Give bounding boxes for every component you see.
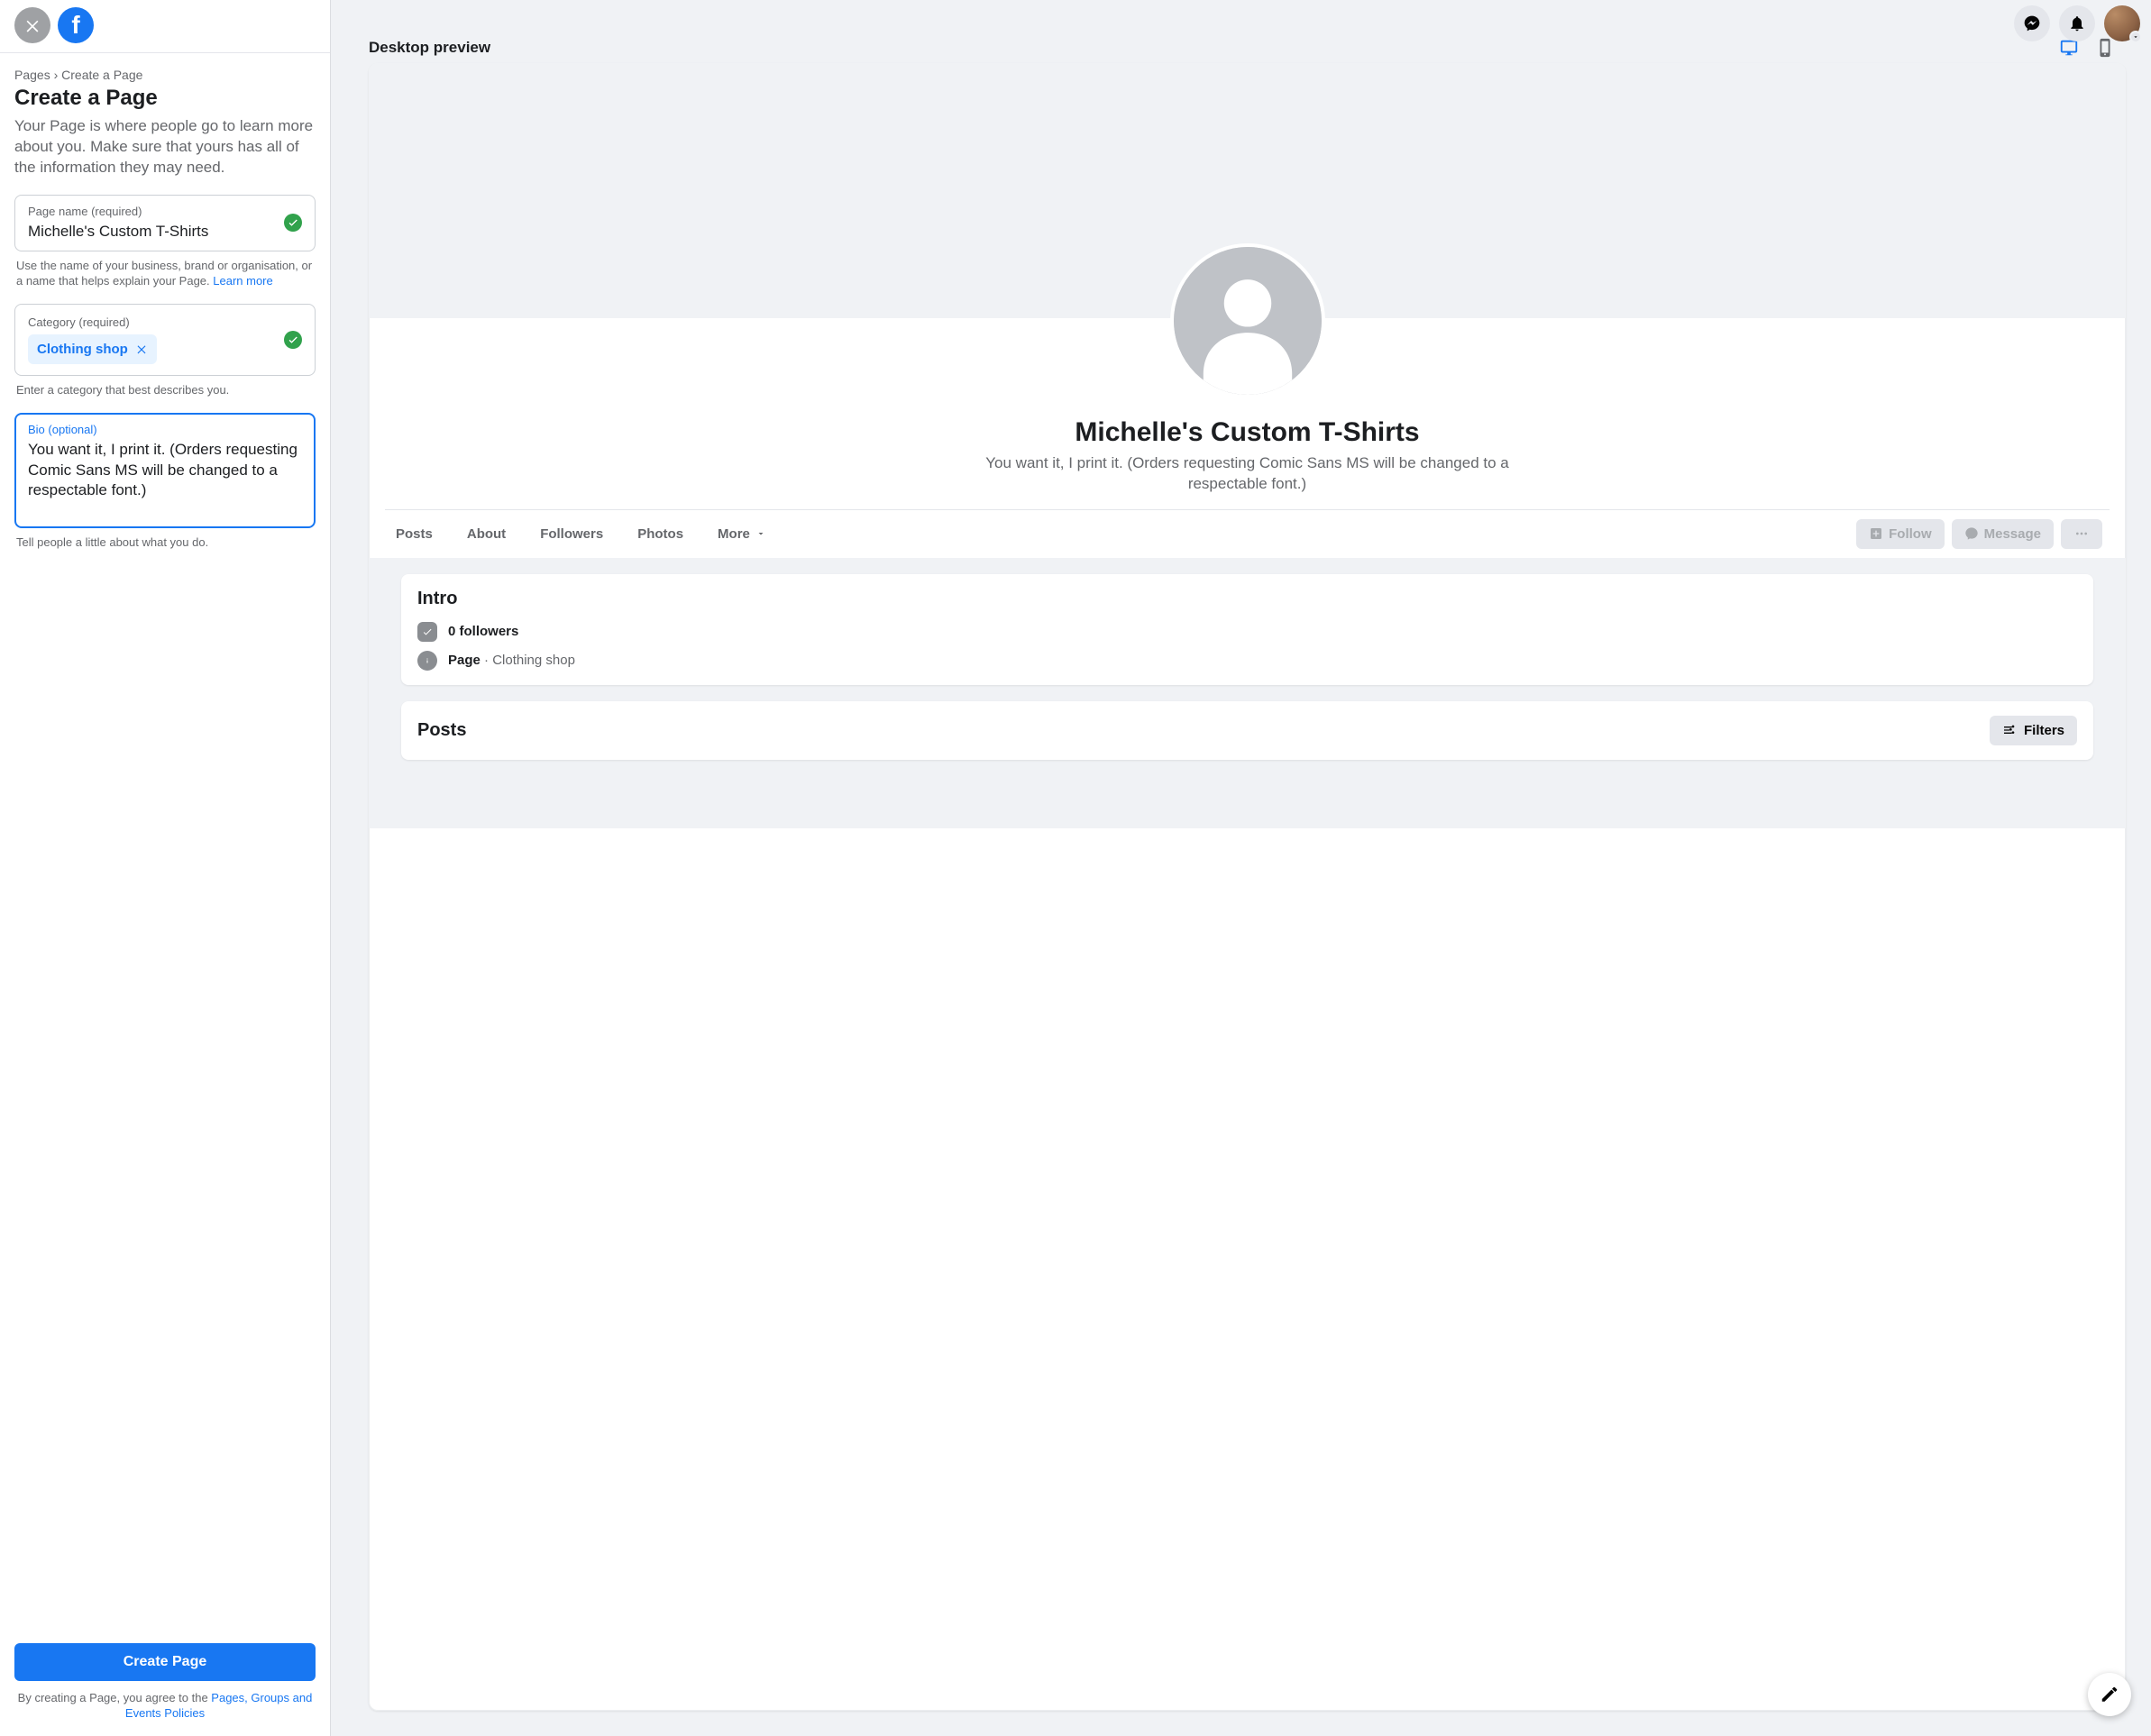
caret-down-icon (755, 528, 766, 539)
compose-fab[interactable] (2088, 1673, 2131, 1716)
intro-title: Intro (417, 589, 2077, 609)
posts-title: Posts (417, 720, 466, 741)
messenger-icon (2023, 14, 2041, 32)
category-label: Category (required) (28, 315, 302, 329)
sidebar-header: f (0, 0, 330, 53)
tab-posts[interactable]: Posts (392, 516, 436, 553)
preview-header: Desktop preview (369, 38, 2126, 58)
intro-page-label: Page (448, 653, 481, 668)
chevron-down-icon (2129, 31, 2142, 43)
category-chip[interactable]: Clothing shop (28, 334, 157, 364)
sidebar-footer: Create Page By creating a Page, you agre… (0, 1629, 330, 1736)
facebook-logo[interactable]: f (58, 7, 94, 43)
create-page-sidebar: f Pages › Create a Page Create a Page Yo… (0, 0, 331, 1736)
footer-note: By creating a Page, you agree to the Pag… (14, 1690, 316, 1722)
page-preview-card: Michelle's Custom T-Shirts You want it, … (369, 63, 2126, 1711)
posts-card: Posts Filters (401, 701, 2093, 760)
learn-more-link[interactable]: Learn more (213, 274, 272, 288)
tab-photos[interactable]: Photos (634, 516, 687, 553)
intro-page-category: · Clothing shop (481, 653, 575, 668)
page-title: Create a Page (14, 86, 316, 111)
notifications-button[interactable] (2059, 5, 2095, 41)
page-tabs: Posts About Followers Photos More Follow (385, 509, 2110, 558)
followers-icon (417, 622, 437, 642)
avatar-placeholder-icon (1174, 247, 1322, 395)
tab-followers[interactable]: Followers (536, 516, 607, 553)
preview-page-bio: You want it, I print it. (Orders request… (950, 453, 1545, 495)
create-page-button[interactable]: Create Page (14, 1643, 316, 1681)
bio-textarea[interactable] (28, 440, 302, 514)
profile-photo-placeholder (1170, 243, 1325, 398)
message-button[interactable]: Message (1952, 519, 2054, 549)
category-helper: Enter a category that best describes you… (16, 383, 314, 398)
ellipsis-icon (2074, 526, 2089, 541)
bio-field[interactable]: Bio (optional) (14, 413, 316, 528)
edit-icon (2100, 1685, 2119, 1704)
intro-card: Intro 0 followers Page · Clothing shop (401, 574, 2093, 685)
messenger-button[interactable] (2014, 5, 2050, 41)
valid-check-icon (284, 214, 302, 232)
page-name-helper: Use the name of your business, brand or … (16, 259, 314, 289)
page-name-field[interactable]: Page name (required) Michelle's Custom T… (14, 195, 316, 251)
intro-page-row: Page · Clothing shop (417, 651, 2077, 671)
account-menu[interactable] (2104, 5, 2140, 41)
intro-followers-row: 0 followers (417, 622, 2077, 642)
page-subtitle: Your Page is where people go to learn mo… (14, 116, 316, 178)
bell-icon (2068, 14, 2086, 32)
bio-label: Bio (optional) (28, 423, 302, 436)
messenger-icon (1964, 526, 1979, 541)
tab-about[interactable]: About (463, 516, 509, 553)
filters-icon (2002, 723, 2017, 737)
chip-remove-icon[interactable] (135, 343, 148, 355)
intro-followers-text: 0 followers (448, 624, 518, 639)
preview-wrap: Desktop preview Michelle's Custom T-Shir… (331, 0, 2151, 1736)
tab-more[interactable]: More (714, 516, 770, 553)
preview-area: Desktop preview Michelle's Custom T-Shir… (331, 0, 2151, 1736)
page-name-value: Michelle's Custom T-Shirts (28, 222, 302, 242)
sidebar-content: Pages › Create a Page Create a Page Your… (0, 53, 330, 1629)
follow-button[interactable]: Follow (1856, 519, 1945, 549)
category-chip-label: Clothing shop (37, 342, 128, 357)
close-button[interactable] (14, 7, 50, 43)
more-actions-button[interactable] (2061, 519, 2102, 549)
info-icon (417, 651, 437, 671)
bio-helper: Tell people a little about what you do. (16, 535, 314, 551)
breadcrumb[interactable]: Pages › Create a Page (14, 68, 316, 82)
top-toolbar (2014, 5, 2140, 41)
filters-button[interactable]: Filters (1990, 716, 2077, 745)
close-icon (23, 16, 41, 34)
preview-title: Desktop preview (369, 39, 490, 57)
follow-plus-icon (1869, 526, 1883, 541)
feed-area: Intro 0 followers Page · Clothing shop (369, 558, 2126, 828)
preview-page-name: Michelle's Custom T-Shirts (399, 417, 2095, 448)
category-field[interactable]: Category (required) Clothing shop (14, 304, 316, 376)
page-name-label: Page name (required) (28, 205, 302, 218)
valid-check-icon (284, 331, 302, 349)
